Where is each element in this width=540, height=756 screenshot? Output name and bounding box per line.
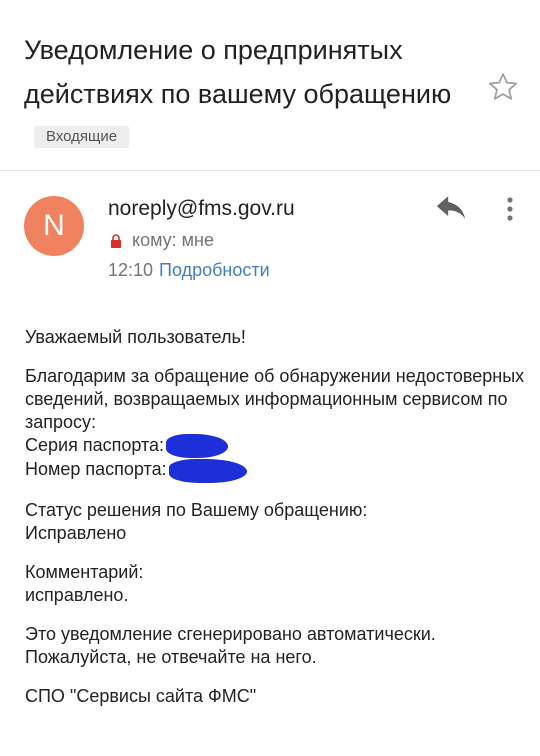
signature: СПО "Сервисы сайта ФМС" — [25, 685, 257, 706]
star-icon[interactable] — [486, 70, 520, 104]
comment-block: Комментарий: исправлено. — [25, 561, 525, 607]
auto-notice-line-2: Пожалуйста, не отвечайте на него. — [25, 646, 317, 667]
email-meta: 12:10 Подробности — [108, 260, 270, 281]
more-vert-icon[interactable] — [500, 194, 520, 224]
passport-series-label: Серия паспорта: — [25, 435, 165, 455]
reply-icon[interactable] — [434, 196, 468, 222]
redaction-scribble — [166, 434, 229, 459]
redaction-scribble — [168, 458, 247, 483]
email-header: Уведомление о предпринятых действиях по … — [0, 0, 540, 171]
greeting: Уважаемый пользователь! — [25, 327, 246, 347]
details-link[interactable]: Подробности — [159, 260, 270, 280]
auto-notice-line-1: Это уведомление сгенерировано автоматиче… — [25, 623, 436, 644]
comment-value: исправлено. — [25, 584, 129, 605]
auto-notice-block: Это уведомление сгенерировано автоматиче… — [25, 623, 525, 669]
intro-block: Благодарим за обращение об обнаружении н… — [25, 365, 525, 483]
status-label: Статус решения по Вашему обращению: — [25, 499, 368, 520]
email-body: Уважаемый пользователь! Благодарим за об… — [25, 326, 525, 724]
subject-text: Уведомление о предпринятых действиях по … — [24, 35, 452, 109]
inbox-label-chip[interactable]: Входящие — [34, 125, 130, 148]
recipient-line: кому: мне — [108, 230, 214, 251]
sender-address[interactable]: noreply@fms.gov.ru — [108, 197, 295, 221]
comment-label: Комментарий: — [25, 561, 144, 582]
email-time: 12:10 — [108, 260, 154, 280]
status-block: Статус решения по Вашему обращению: Испр… — [25, 499, 525, 545]
status-value: Исправлено — [25, 522, 127, 543]
lock-icon — [111, 233, 121, 248]
sender-avatar[interactable]: N — [24, 196, 84, 256]
intro-text: Благодарим за обращение об обнаружении н… — [25, 366, 525, 432]
email-subject: Уведомление о предпринятых действиях по … — [24, 28, 474, 160]
recipient-text: кому: мне — [132, 230, 214, 250]
passport-number-label: Номер паспорта: — [25, 459, 167, 480]
